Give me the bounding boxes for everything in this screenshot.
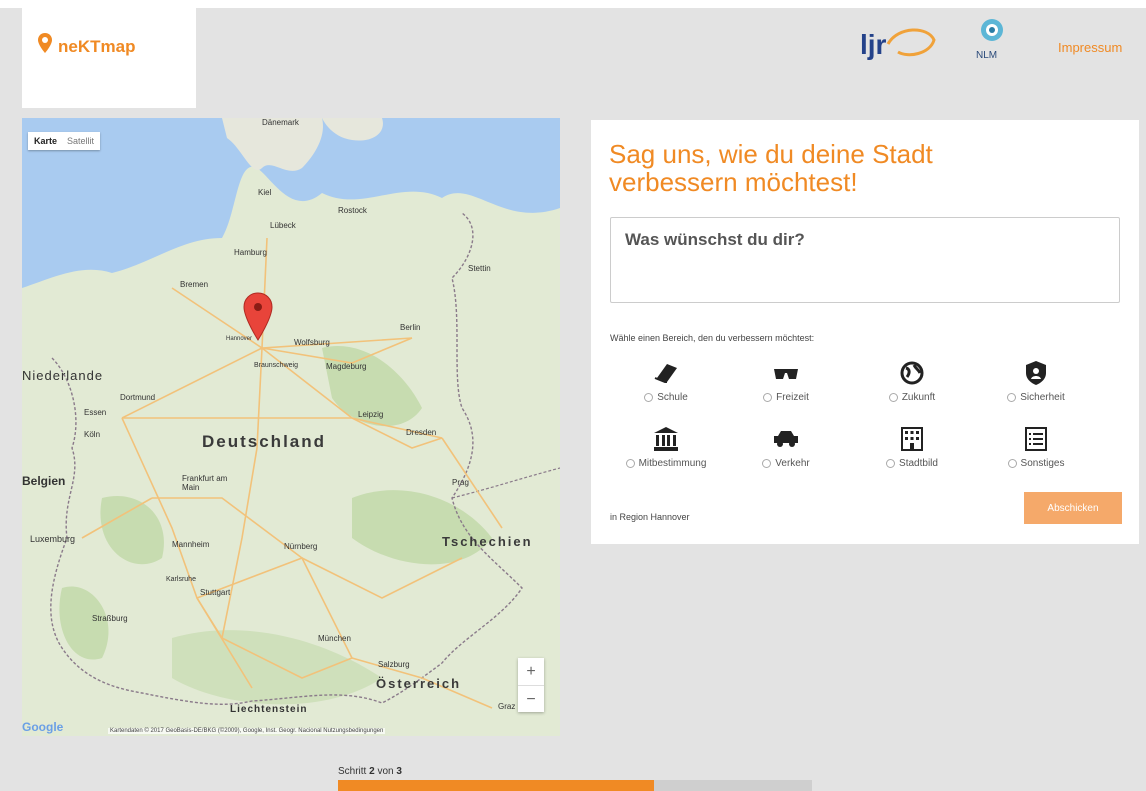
- brand-name: neKTmap: [58, 37, 136, 56]
- place-muenchen: München: [318, 634, 351, 643]
- place-frankfurt: Frankfurt am Main: [182, 474, 228, 492]
- place-hannover: Hannover: [226, 336, 253, 342]
- radio-freizeit[interactable]: [763, 392, 773, 402]
- globe-icon: [857, 358, 967, 388]
- place-kiel: Kiel: [258, 188, 272, 197]
- place-liechtenstein: Liechtenstein: [230, 704, 308, 715]
- category-sonstiges[interactable]: Sonstiges: [981, 424, 1091, 469]
- google-logo[interactable]: Google: [22, 720, 63, 734]
- map-type-control: Karte Satellit: [28, 132, 101, 150]
- step-total: 3: [396, 766, 402, 777]
- step-of: von: [377, 766, 394, 777]
- map-view[interactable]: Dänemark Kiel Lübeck Rostock Hamburg Bre…: [22, 118, 560, 736]
- place-belgien: Belgien: [22, 474, 66, 488]
- place-magdeburg: Magdeburg: [326, 362, 367, 371]
- category-stadtbild[interactable]: Stadtbild: [857, 424, 967, 469]
- car-icon: [731, 424, 841, 454]
- place-stettin: Stettin: [468, 264, 491, 273]
- place-luebeck: Lübeck: [270, 221, 296, 230]
- place-dresden: Dresden: [406, 428, 437, 437]
- place-koeln: Köln: [84, 430, 101, 439]
- map-pin-icon: [38, 32, 52, 58]
- place-wolfsburg: Wolfsburg: [294, 338, 330, 347]
- step-prefix: Schritt: [338, 766, 367, 777]
- step-current: 2: [369, 766, 375, 777]
- category-label: Zukunft: [901, 392, 936, 403]
- wish-form-panel: Sag uns, wie du deine Stadt verbessern m…: [591, 120, 1139, 544]
- region-label: in Region Hannover: [610, 512, 690, 522]
- place-dortmund: Dortmund: [120, 393, 156, 402]
- place-strassburg: Straßburg: [92, 614, 128, 623]
- zoom-control: + −: [518, 658, 544, 712]
- category-prompt: Wähle einen Bereich, den du verbessern m…: [610, 333, 815, 343]
- place-karlsruhe: Karlsruhe: [166, 576, 196, 583]
- place-salzburg: Salzburg: [378, 660, 410, 669]
- place-luxemburg: Luxemburg: [30, 534, 76, 544]
- place-mannheim: Mannheim: [172, 540, 210, 549]
- place-berlin: Berlin: [400, 323, 421, 332]
- form-headline: Sag uns, wie du deine Stadt verbessern m…: [609, 139, 933, 197]
- category-label: Mitbestimmung: [638, 458, 707, 469]
- radio-schule[interactable]: [644, 392, 654, 402]
- place-deutschland: Deutschland: [202, 432, 327, 451]
- radio-mitbestimmung[interactable]: [625, 458, 635, 468]
- category-label: Schule: [657, 392, 688, 403]
- category-mitbestimmung[interactable]: Mitbestimmung: [611, 424, 721, 469]
- category-label: Verkehr: [775, 458, 810, 469]
- radio-stadtbild[interactable]: [886, 458, 896, 468]
- category-verkehr[interactable]: Verkehr: [731, 424, 841, 469]
- place-nuernberg: Nürnberg: [284, 542, 318, 551]
- wish-textarea[interactable]: Was wünschst du dir?: [610, 217, 1120, 303]
- map-type-karte[interactable]: Karte: [34, 136, 57, 146]
- map-type-satellit[interactable]: Satellit: [67, 136, 94, 146]
- place-bremen: Bremen: [180, 280, 209, 289]
- place-rostock: Rostock: [338, 206, 367, 215]
- category-label: Sicherheit: [1020, 392, 1065, 403]
- building-icon: [857, 424, 967, 454]
- place-tschechien: Tschechien: [442, 534, 533, 549]
- step-indicator: Schritt 2 von 3: [338, 766, 402, 777]
- sunglasses-icon: [731, 358, 841, 388]
- place-graz: Graz: [498, 702, 516, 711]
- category-label: Freizeit: [776, 392, 809, 403]
- category-schule[interactable]: Schule: [611, 358, 721, 403]
- place-hamburg: Hamburg: [234, 248, 267, 257]
- radio-sicherheit[interactable]: [1007, 392, 1017, 402]
- progress-bar: [338, 780, 812, 791]
- ljr-logo[interactable]: ljr: [858, 22, 938, 66]
- place-daenemark: Dänemark: [262, 118, 299, 127]
- category-label: Sonstiges: [1020, 458, 1065, 469]
- radio-verkehr[interactable]: [762, 458, 772, 468]
- category-zukunft[interactable]: Zukunft: [857, 358, 967, 403]
- category-label: Stadtbild: [899, 458, 938, 469]
- place-essen: Essen: [84, 408, 107, 417]
- submit-button[interactable]: Abschicken: [1024, 492, 1122, 524]
- category-sicherheit[interactable]: Sicherheit: [981, 358, 1091, 403]
- shield-icon: [981, 358, 1091, 388]
- book-icon: [611, 358, 721, 388]
- institution-icon: [611, 424, 721, 454]
- brand-logo[interactable]: neKTmap: [22, 8, 196, 108]
- zoom-in-button[interactable]: +: [518, 658, 544, 686]
- nlm-logo[interactable]: NLM: [968, 16, 1016, 66]
- place-oesterreich: Österreich: [376, 676, 462, 691]
- progress-fill: [338, 780, 655, 791]
- map-canvas[interactable]: [22, 118, 560, 736]
- map-attribution[interactable]: Kartendaten © 2017 GeoBasis-DE/BKG (©200…: [108, 728, 386, 734]
- list-icon: [981, 424, 1091, 454]
- impressum-link[interactable]: Impressum: [1058, 40, 1122, 55]
- nlm-logo-text: NLM: [976, 50, 997, 61]
- zoom-out-button[interactable]: −: [518, 686, 544, 713]
- radio-sonstiges[interactable]: [1007, 458, 1017, 468]
- top-strip: [0, 0, 1146, 8]
- place-prag: Prag: [452, 478, 469, 487]
- place-braunschweig: Braunschweig: [254, 362, 298, 369]
- place-niederlande: Niederlande: [22, 368, 104, 383]
- radio-zukunft[interactable]: [888, 392, 898, 402]
- ljr-logo-text: ljr: [860, 29, 887, 60]
- place-leipzig: Leipzig: [358, 410, 384, 419]
- category-freizeit[interactable]: Freizeit: [731, 358, 841, 403]
- place-stuttgart: Stuttgart: [200, 588, 231, 597]
